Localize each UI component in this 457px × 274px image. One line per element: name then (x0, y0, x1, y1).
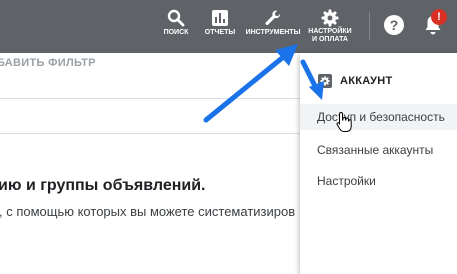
arrow-to-settings (203, 44, 298, 123)
arrow-to-access-security (300, 59, 324, 100)
annotation-arrows (203, 44, 324, 123)
hand-cursor-icon (336, 111, 352, 132)
